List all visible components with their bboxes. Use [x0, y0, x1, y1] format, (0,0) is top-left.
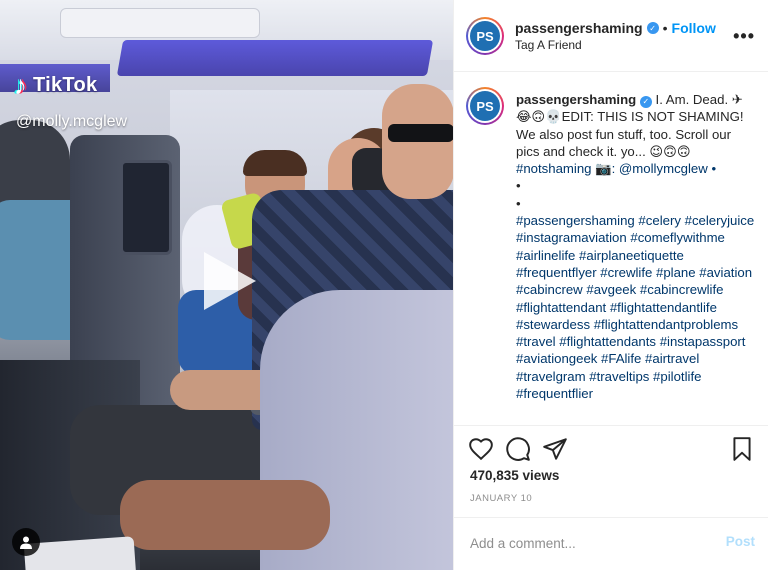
caption-username[interactable]: passengershaming — [516, 92, 636, 107]
follow-button[interactable]: Follow — [672, 20, 716, 36]
caption-text: passengershaming ✓ I. Am. Dead. ✈ 😂🙃💀EDI… — [516, 91, 756, 402]
caption-avatar[interactable]: PS — [466, 87, 504, 125]
caption-hashtags[interactable]: #passengershaming #celery #celeryjuice #… — [516, 212, 756, 402]
post-button[interactable]: Post — [726, 534, 755, 549]
ellipsis-icon[interactable]: ••• — [733, 26, 755, 47]
verified-badge-icon: ✓ — [646, 22, 659, 34]
video-player[interactable]: ♪ TikTok @molly.mcglew — [0, 0, 453, 570]
tiktok-name: TikTok — [33, 73, 98, 96]
passenger-hair — [243, 150, 307, 176]
person-icon — [20, 536, 32, 549]
caption-dot: • — [516, 178, 521, 194]
separator-dot: • — [662, 20, 668, 36]
header-username[interactable]: passengershaming — [515, 20, 643, 36]
caption-area: PS passengershaming ✓ I. Am. Dead. ✈ 😂🙃💀… — [454, 73, 768, 425]
paper-plane-icon[interactable] — [542, 436, 568, 462]
tiktok-watermark: ♪ TikTok — [14, 72, 97, 98]
heart-icon[interactable] — [468, 436, 494, 462]
tiktok-logo-icon: ♪ — [14, 70, 27, 100]
post-header: PS passengershaming ✓ • Follow Tag A Fri… — [454, 0, 768, 72]
avatar[interactable]: PS — [466, 17, 504, 55]
instagram-post: ♪ TikTok @molly.mcglew PS passengershami… — [0, 0, 768, 570]
bookmark-icon[interactable] — [729, 436, 755, 462]
action-bar: 470,835 views JANUARY 10 — [454, 425, 768, 523]
user-tag-button[interactable] — [12, 528, 40, 556]
foreground-hand — [120, 480, 330, 550]
cabin-light — [116, 40, 434, 76]
avatar-logo: PS — [470, 91, 500, 121]
comment-icon[interactable] — [505, 436, 531, 462]
view-count[interactable]: 470,835 views — [470, 468, 559, 483]
post-date[interactable]: JANUARY 10 — [470, 493, 532, 504]
overhead-bin — [60, 8, 260, 38]
sunglasses — [388, 124, 453, 142]
caption-mention[interactable]: #notshaming 📷: @mollymcglew • — [516, 161, 716, 176]
caption-dot: • — [516, 195, 521, 211]
post-sidebar: PS passengershaming ✓ • Follow Tag A Fri… — [453, 0, 768, 570]
comment-bar: Post — [454, 517, 768, 570]
avatar-logo: PS — [470, 21, 500, 51]
play-icon[interactable] — [196, 250, 258, 312]
header-user-row: passengershaming ✓ • Follow — [515, 20, 716, 36]
header-subtitle[interactable]: Tag A Friend — [515, 38, 582, 52]
verified-badge-icon: ✓ — [639, 95, 652, 108]
comment-input[interactable] — [470, 532, 700, 554]
tiktok-username: @molly.mcglew — [16, 113, 128, 130]
seatback-screen — [120, 160, 172, 255]
